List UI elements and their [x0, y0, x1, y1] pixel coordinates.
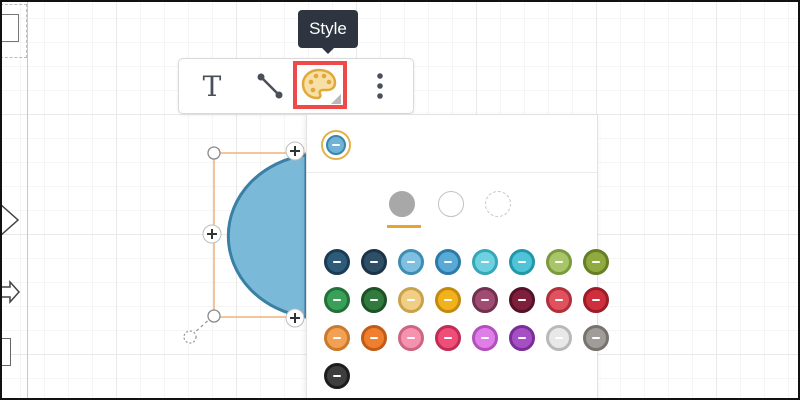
tooltip-arrow [321, 47, 335, 54]
library-shape-arrow[interactable] [2, 280, 22, 304]
color-swatch[interactable] [509, 249, 535, 275]
resize-handle-bottom-left[interactable] [207, 309, 221, 323]
color-swatch[interactable] [583, 287, 609, 313]
color-swatch[interactable] [546, 325, 572, 351]
color-swatch[interactable] [472, 325, 498, 351]
color-swatch[interactable] [583, 325, 609, 351]
rotate-handle[interactable] [183, 330, 197, 344]
color-swatch[interactable] [435, 325, 461, 351]
color-swatch[interactable] [546, 249, 572, 275]
shape-toolbar: T [178, 58, 414, 114]
plus-handle-icon[interactable] [285, 308, 305, 328]
selected-fill-indicator [387, 225, 421, 228]
diagram-canvas[interactable]: Style T [0, 0, 800, 400]
no-fill-icon[interactable] [438, 191, 464, 217]
style-panel [306, 114, 609, 398]
text-tool-button[interactable]: T [193, 67, 231, 105]
color-swatch[interactable] [324, 287, 350, 313]
shape-library-divider [27, 2, 28, 398]
color-swatch[interactable] [398, 287, 424, 313]
semicircle-body [226, 153, 308, 319]
line-tool-button[interactable] [251, 67, 291, 105]
library-shape-rectangle-small[interactable] [2, 338, 11, 366]
color-swatch[interactable] [398, 325, 424, 351]
color-swatch[interactable] [361, 287, 387, 313]
plus-handle-icon[interactable] [285, 141, 305, 161]
color-swatch[interactable] [583, 249, 609, 275]
color-swatch[interactable] [324, 249, 350, 275]
dashed-fill-icon[interactable] [485, 191, 511, 217]
resize-handle-top-left[interactable] [207, 146, 221, 160]
color-swatch[interactable] [435, 249, 461, 275]
panel-divider [307, 172, 597, 173]
color-swatch[interactable] [509, 325, 535, 351]
color-swatch[interactable] [398, 249, 424, 275]
solid-fill-icon[interactable] [389, 191, 415, 217]
color-swatch[interactable] [435, 287, 461, 313]
color-swatch[interactable] [546, 287, 572, 313]
library-shape-diamond[interactable] [2, 202, 22, 238]
connector-line-icon [257, 73, 283, 99]
tooltip-label: Style [309, 19, 347, 38]
style-tool-button[interactable] [293, 61, 347, 109]
palette-icon [301, 68, 341, 104]
vertical-ellipsis-icon [377, 73, 383, 99]
color-swatch[interactable] [361, 249, 387, 275]
style-tooltip: Style [298, 10, 358, 48]
color-swatch[interactable] [324, 325, 350, 351]
library-shape-rectangle[interactable] [2, 14, 19, 42]
more-options-button[interactable] [365, 67, 395, 105]
current-color-fill [326, 135, 346, 155]
current-color-swatch[interactable] [321, 130, 351, 160]
color-swatch[interactable] [361, 325, 387, 351]
selected-semicircle-shape[interactable] [182, 137, 308, 349]
text-tool-icon: T [202, 69, 222, 103]
color-swatch[interactable] [472, 287, 498, 313]
color-swatch[interactable] [324, 363, 350, 389]
color-swatch[interactable] [472, 249, 498, 275]
plus-handle-icon[interactable] [202, 224, 222, 244]
color-swatch[interactable] [509, 287, 535, 313]
